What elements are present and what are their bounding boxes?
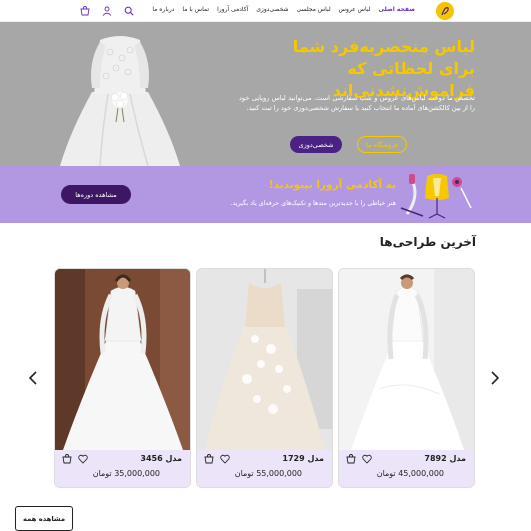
academy-banner: به آکادمی آرورا بپیوندید! هنر خیاطی را ب… <box>0 166 531 223</box>
main-menu: صفحه اصلی لباس عروس لباس مجلسی شخصی‌دوزی… <box>152 6 415 13</box>
hero-bride-photo <box>30 22 190 166</box>
product-info: مدل 7892 45,000,000 تومان <box>339 450 474 487</box>
product-photo[interactable] <box>55 269 190 450</box>
cart-add-icon[interactable] <box>203 453 214 464</box>
menu-item-contact[interactable]: تماس با ما <box>182 6 209 13</box>
heart-icon[interactable] <box>77 453 88 464</box>
academy-subtitle: هنر خیاطی را با جدیدترین متدها و تکنیک‌ه… <box>230 200 396 207</box>
menu-item-academy[interactable]: آکادمی آرورا <box>217 6 248 13</box>
product-model: مدل 3456 <box>140 454 182 463</box>
academy-title: به آکادمی آرورا بپیوندید! <box>268 179 396 191</box>
chevron-right-icon[interactable] <box>488 370 502 386</box>
product-photo[interactable] <box>197 269 332 450</box>
menu-item-home[interactable]: صفحه اصلی <box>378 6 415 13</box>
heart-icon[interactable] <box>361 453 372 464</box>
product-price: 35,000,000 تومان <box>92 469 160 478</box>
product-actions <box>61 453 88 464</box>
hero-banner: لباس منحصربه‌فرد شما برای لحظاتی که فرام… <box>0 22 531 166</box>
product-info: مدل 3456 35,000,000 تومان <box>55 450 190 487</box>
menu-item-custom-tailoring[interactable]: شخصی‌دوزی <box>256 6 288 13</box>
cart-add-icon[interactable] <box>61 453 72 464</box>
product-actions <box>345 453 372 464</box>
latest-designs-title: آخرین طراحی‌ها <box>379 235 476 249</box>
cart-add-icon[interactable] <box>345 453 356 464</box>
shop-button[interactable]: فروشگاه ما <box>357 136 407 153</box>
product-price: 55,000,000 تومان <box>234 469 302 478</box>
hero-title-line1: لباس منحصربه‌فرد شما <box>292 37 475 56</box>
logo-icon[interactable] <box>436 2 454 20</box>
hero-description: تخصص ما دوخت لباس‌های عروس و شب سفارشی ا… <box>239 94 475 112</box>
menu-item-about[interactable]: درباره ما <box>152 6 174 13</box>
top-navbar: صفحه اصلی لباس عروس لباس مجلسی شخصی‌دوزی… <box>0 0 531 22</box>
search-icon[interactable] <box>122 4 136 18</box>
product-model: مدل 1729 <box>282 454 324 463</box>
product-info: مدل 1729 55,000,000 تومان <box>197 450 332 487</box>
product-model: مدل 7892 <box>424 454 466 463</box>
product-card[interactable]: مدل 3456 35,000,000 تومان <box>54 268 191 488</box>
product-price: 45,000,000 تومان <box>376 469 444 478</box>
user-icon[interactable] <box>100 4 114 18</box>
product-actions <box>203 453 230 464</box>
view-courses-button[interactable]: مشاهده دوره‌ها <box>61 185 131 204</box>
product-card[interactable]: مدل 1729 55,000,000 تومان <box>196 268 333 488</box>
hero-title: لباس منحصربه‌فرد شما برای لحظاتی که فرام… <box>215 36 475 102</box>
sewing-mannequin-illustration <box>400 174 472 219</box>
chevron-left-icon[interactable] <box>26 370 40 386</box>
product-card[interactable]: مدل 7892 45,000,000 تومان <box>338 268 475 488</box>
menu-item-evening-dress[interactable]: لباس مجلسی <box>297 6 331 13</box>
view-all-button[interactable]: مشاهده همه <box>15 506 73 531</box>
menu-item-wedding-dress[interactable]: لباس عروس <box>339 6 371 13</box>
product-photo[interactable] <box>339 269 474 450</box>
custom-tailoring-button[interactable]: شخصی‌دوزی <box>290 136 342 153</box>
cart-icon[interactable] <box>78 4 92 18</box>
nav-icon-group <box>78 4 136 18</box>
heart-icon[interactable] <box>219 453 230 464</box>
